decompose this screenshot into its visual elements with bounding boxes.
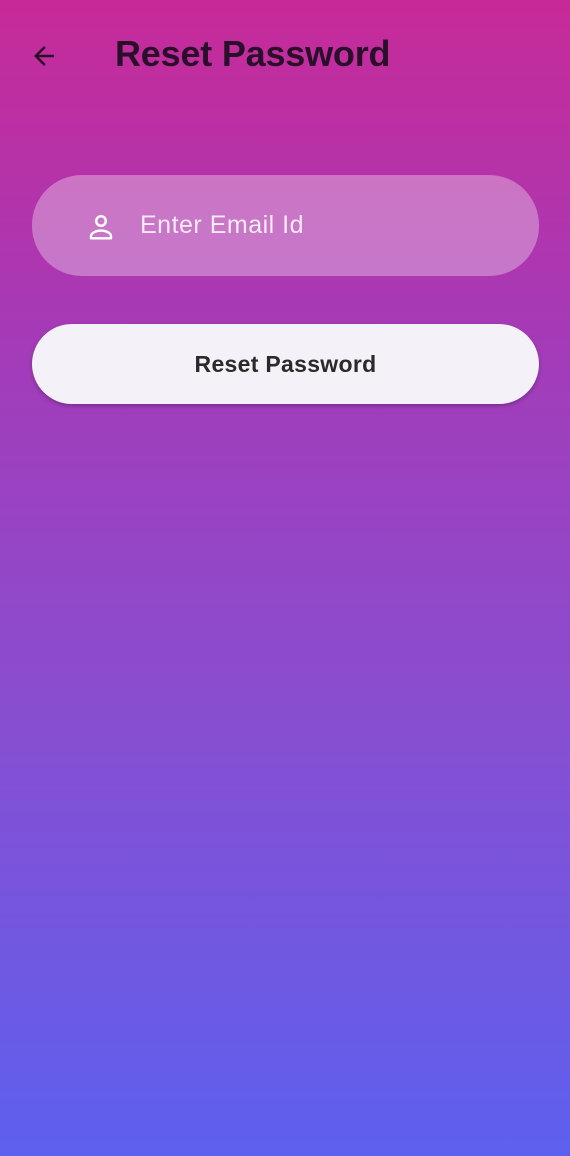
email-field[interactable] <box>32 175 539 276</box>
page-title: Reset Password <box>115 33 391 74</box>
email-input[interactable] <box>140 175 520 276</box>
reset-password-button[interactable]: Reset Password <box>32 324 539 404</box>
back-button[interactable] <box>22 34 66 78</box>
arrow-left-icon <box>34 46 54 66</box>
person-icon <box>89 215 113 240</box>
app-bar: Reset Password <box>0 0 570 110</box>
reset-password-button-label: Reset Password <box>194 350 377 377</box>
